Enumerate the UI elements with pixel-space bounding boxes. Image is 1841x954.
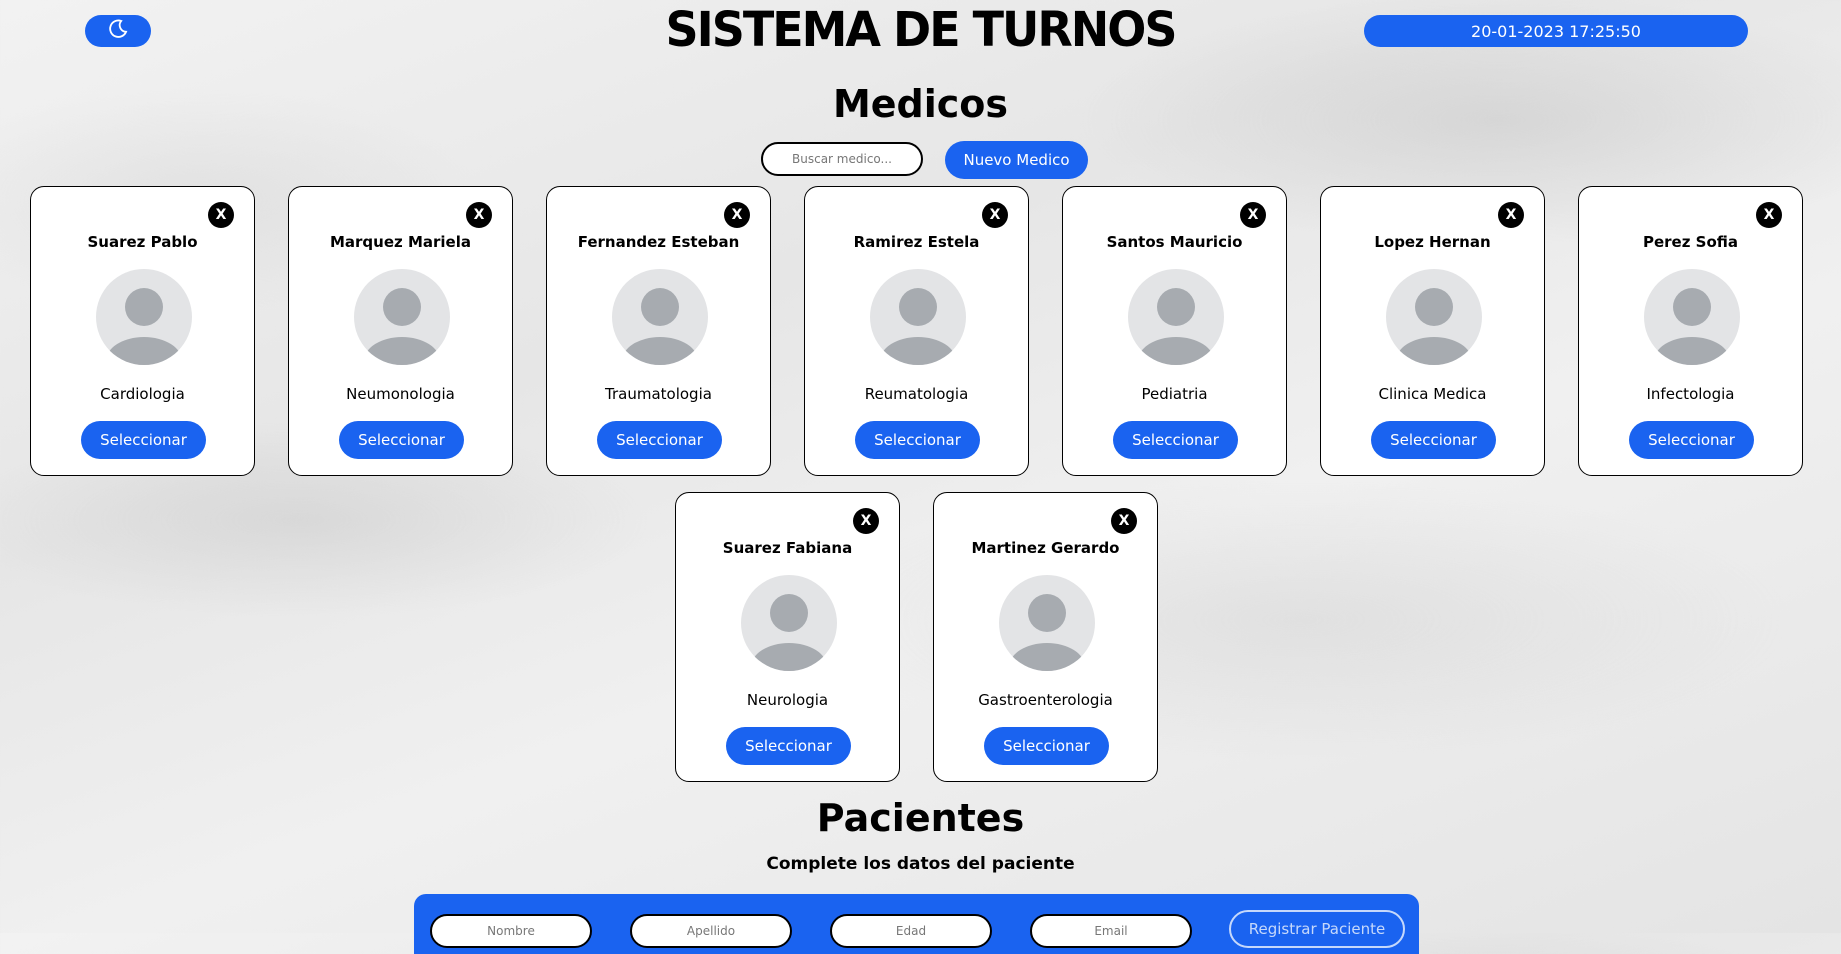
medico-specialty: Gastroenterologia <box>978 691 1113 709</box>
medico-specialty: Traumatologia <box>605 385 712 403</box>
avatar-placeholder-icon <box>999 575 1095 671</box>
select-medico-button[interactable]: Seleccionar <box>726 727 851 765</box>
medico-specialty: Neumonologia <box>346 385 455 403</box>
select-medico-button[interactable]: Seleccionar <box>1629 421 1754 459</box>
select-medico-button[interactable]: Seleccionar <box>1371 421 1496 459</box>
delete-medico-button[interactable]: X <box>853 508 879 534</box>
delete-medico-button[interactable]: X <box>1498 202 1524 228</box>
medico-name: Fernandez Esteban <box>577 233 740 251</box>
pacientes-subtitle: Complete los datos del paciente <box>766 854 1075 874</box>
medico-name: Santos Mauricio <box>1106 233 1243 251</box>
select-medico-button[interactable]: Seleccionar <box>81 421 206 459</box>
medico-name: Perez Sofia <box>1642 233 1739 251</box>
medico-specialty: Neurologia <box>746 691 829 709</box>
apellido-field[interactable] <box>630 914 792 948</box>
avatar-placeholder-icon <box>96 269 192 365</box>
medico-card: X Ramirez Estela Reumatologia Seleccionar <box>804 186 1029 476</box>
medico-specialty: Clinica Medica <box>1378 385 1487 403</box>
medicos-title: Medicos <box>832 82 1009 126</box>
email-field[interactable] <box>1030 914 1192 948</box>
new-medico-button[interactable]: Nuevo Medico <box>945 141 1088 179</box>
medico-card: X Santos Mauricio Pediatria Seleccionar <box>1062 186 1287 476</box>
medico-card: X Fernandez Esteban Traumatologia Seleccion… <box>546 186 771 476</box>
select-medico-button[interactable]: Seleccionar <box>1113 421 1238 459</box>
select-medico-button[interactable]: Seleccionar <box>855 421 980 459</box>
delete-medico-button[interactable]: X <box>208 202 234 228</box>
medico-card: X Suarez Pablo Cardiologia Seleccionar <box>30 186 255 476</box>
medico-card: X Martinez Gerardo Gastroenterologia Selecc… <box>933 492 1158 782</box>
medico-name: Marquez Mariela <box>329 233 471 251</box>
datetime-display: 20-01-2023 17:25:50 <box>1364 15 1748 47</box>
delete-medico-button[interactable]: X <box>724 202 750 228</box>
avatar-placeholder-icon <box>1128 269 1224 365</box>
select-medico-button[interactable]: Seleccionar <box>597 421 722 459</box>
medico-card: X Marquez Mariela Neumonologia Seleccionar <box>288 186 513 476</box>
delete-medico-button[interactable]: X <box>1756 202 1782 228</box>
search-medico-input[interactable] <box>761 142 923 176</box>
edad-field[interactable] <box>830 914 992 948</box>
medico-name: Martinez Gerardo <box>971 539 1120 557</box>
avatar-placeholder-icon <box>612 269 708 365</box>
medico-specialty: Reumatologia <box>864 385 969 403</box>
medico-card: X Lopez Hernan Clinica Medica Seleccionar <box>1320 186 1545 476</box>
medico-name: Ramirez Estela <box>853 233 980 251</box>
delete-medico-button[interactable]: X <box>982 202 1008 228</box>
medico-name: Suarez Pablo <box>87 233 198 251</box>
medico-card: X Suarez Fabiana Neurologia Seleccionar <box>675 492 900 782</box>
avatar-placeholder-icon <box>1386 269 1482 365</box>
pacientes-title: Pacientes <box>816 796 1025 840</box>
patient-form: Registrar Paciente <box>414 894 1419 954</box>
avatar-placeholder-icon <box>741 575 837 671</box>
delete-medico-button[interactable]: X <box>1111 508 1137 534</box>
nombre-field[interactable] <box>430 914 592 948</box>
avatar-placeholder-icon <box>870 269 966 365</box>
medico-name: Suarez Fabiana <box>722 539 853 557</box>
medico-card: X Perez Sofia Infectologia Seleccionar <box>1578 186 1803 476</box>
delete-medico-button[interactable]: X <box>1240 202 1266 228</box>
medico-specialty: Infectologia <box>1646 385 1735 403</box>
medico-specialty: Cardiologia <box>100 385 185 403</box>
medico-name: Lopez Hernan <box>1374 233 1491 251</box>
register-patient-button[interactable]: Registrar Paciente <box>1229 910 1405 948</box>
select-medico-button[interactable]: Seleccionar <box>984 727 1109 765</box>
avatar-placeholder-icon <box>354 269 450 365</box>
medico-specialty: Pediatria <box>1141 385 1208 403</box>
avatar-placeholder-icon <box>1644 269 1740 365</box>
select-medico-button[interactable]: Seleccionar <box>339 421 464 459</box>
delete-medico-button[interactable]: X <box>466 202 492 228</box>
